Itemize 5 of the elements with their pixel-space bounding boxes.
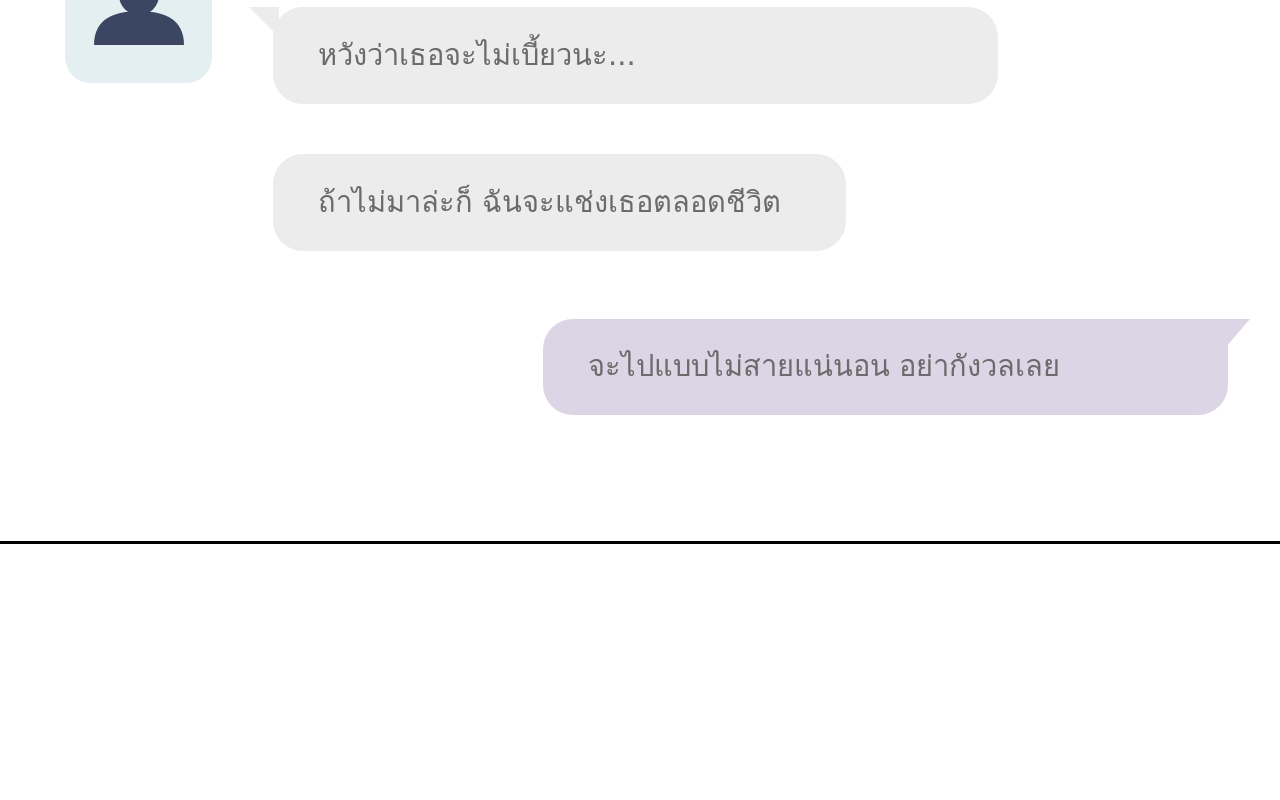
bubble-tail <box>1226 319 1250 347</box>
message-bubble: หวังว่าเธอจะไม่เบี้ยวนะ... <box>273 7 998 104</box>
message-bubble: ถ้าไม่มาล่ะก็ ฉันจะแช่งเธอตลอดชีวิต <box>273 154 846 251</box>
person-icon <box>93 0 184 45</box>
message-bubble: จะไปแบบไม่สายแน่นอน อย่ากังวลเลย <box>543 319 1228 415</box>
